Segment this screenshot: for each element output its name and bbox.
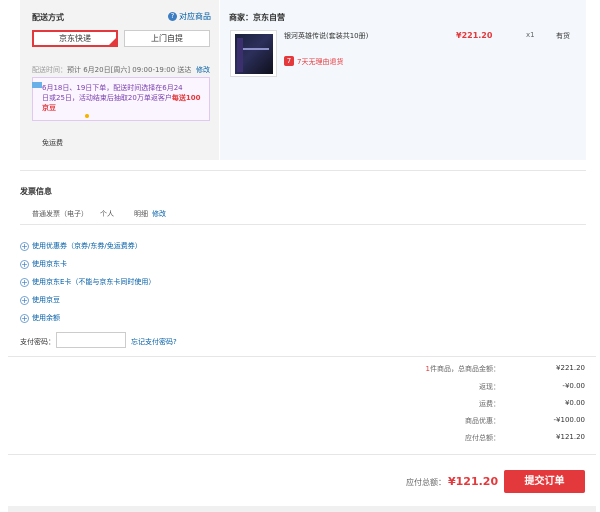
delivery-title: 配送方式	[32, 13, 64, 22]
free-shipping: 免运费	[42, 139, 63, 147]
expand-plus-icon: +	[20, 313, 29, 323]
invoice-title: 发票信息	[20, 187, 52, 196]
product-price: ¥221.20	[456, 31, 493, 40]
submit-order-button[interactable]: 提交订单	[504, 470, 585, 493]
option-balance[interactable]: + 使用余额	[20, 313, 60, 323]
forgot-password-link[interactable]: 忘记支付密码?	[131, 337, 177, 347]
delivery-panel: 配送方式 ? 对应商品 京东快递 上门自提 配送时间：预计 6月20日[周六] …	[20, 0, 219, 160]
product-qty: x1	[526, 31, 535, 39]
summary-discount-label: 商品优惠：	[465, 417, 500, 425]
summary-due: ¥121.20	[556, 433, 585, 441]
summary-shipping: ¥0.00	[564, 399, 585, 407]
return-text: 7天无理由退货	[297, 58, 344, 66]
option-self-pickup[interactable]: 上门自提	[124, 30, 210, 47]
pay-total: ¥121.20	[448, 475, 499, 488]
password-input[interactable]	[56, 332, 126, 348]
product-stock: 有货	[556, 32, 570, 40]
summary-cashback: -¥0.00	[562, 382, 585, 390]
summary-total-goods: ¥221.20	[556, 364, 585, 372]
star-icon	[85, 114, 89, 118]
password-label: 支付密码：	[20, 338, 55, 346]
notice-line-3: 京豆	[42, 104, 56, 112]
option-jd-beans[interactable]: + 使用京豆	[20, 295, 60, 305]
option-jd-card[interactable]: + 使用京东卡	[20, 259, 67, 269]
delivery-notice: 6月18日、19日下单，配送时间选择在6月24 日或25日，活动结束后抽取20万…	[32, 77, 210, 121]
invoice-modify[interactable]: 修改	[152, 209, 166, 219]
delivery-time-value: 预计 6月20日[周六] 09:00-19:00 送达	[67, 66, 192, 74]
book-cover-icon	[235, 34, 273, 74]
product-name[interactable]: 银河英雄传说(套装共10册)	[284, 31, 368, 41]
question-icon: ?	[168, 12, 177, 21]
goods-panel: 商家：京东自营 银河英雄传说(套装共10册) ¥221.20 x1 有货 7 7…	[220, 0, 586, 160]
seller-name: 商家：京东自营	[229, 13, 285, 22]
expand-plus-icon: +	[20, 295, 29, 305]
section-divider	[20, 170, 586, 171]
option-jd-express[interactable]: 京东快递	[32, 30, 118, 47]
expand-plus-icon: +	[20, 241, 29, 251]
invoice-type: 普通发票（电子）	[32, 210, 88, 218]
option-coupon[interactable]: + 使用优惠券（京券/东券/免运费券）	[20, 241, 142, 251]
flag-icon	[32, 82, 42, 88]
summary-divider	[8, 454, 596, 455]
expand-plus-icon: +	[20, 277, 29, 287]
page-bottom-bar	[8, 506, 596, 512]
summary-cashback-label: 返现：	[479, 383, 500, 391]
summary-count: 1件商品，总商品金额：	[425, 365, 500, 373]
delivery-time: 配送时间：预计 6月20日[周六] 09:00-19:00 送达	[32, 65, 191, 75]
invoice-holder: 个人	[100, 210, 114, 218]
invoice-divider	[20, 224, 586, 225]
store-link[interactable]: ? 对应商品	[168, 11, 211, 22]
summary-shipping-label: 运费：	[479, 400, 500, 408]
summary-due-label: 应付总额：	[465, 434, 500, 442]
option-jd-ecard[interactable]: + 使用京东E卡（不能与京东卡同时使用）	[20, 277, 155, 287]
notice-line-1: 6月18日、19日下单，配送时间选择在6月24	[42, 84, 183, 92]
delivery-time-label: 配送时间：	[32, 66, 67, 74]
expand-plus-icon: +	[20, 259, 29, 269]
notice-line-2: 日或25日，活动结束后抽取20万单返客户每送100	[42, 94, 201, 102]
store-link-label: 对应商品	[179, 12, 211, 21]
return-icon: 7	[284, 56, 294, 66]
main-divider	[8, 356, 596, 357]
delivery-time-modify[interactable]: 修改	[196, 65, 210, 75]
pay-label: 应付总额：	[406, 478, 446, 487]
product-image[interactable]	[230, 30, 277, 77]
invoice-detail: 明细	[134, 210, 148, 218]
summary-discount: -¥100.00	[553, 416, 585, 424]
